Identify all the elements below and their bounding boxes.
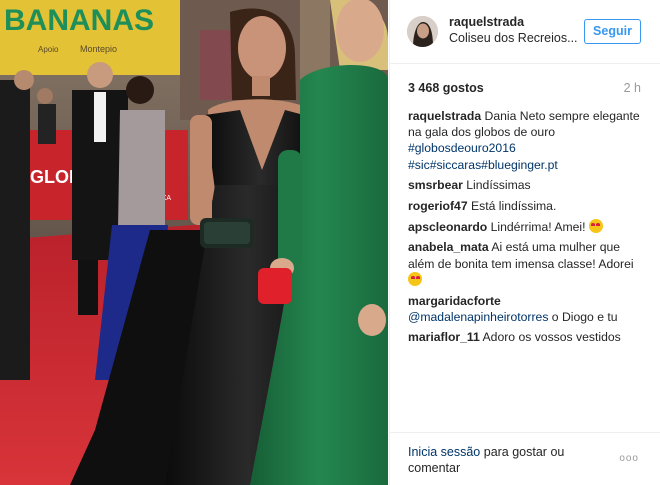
comment: apscleonardo Lindérrima! Amei! — [408, 218, 644, 235]
comment: rogeriof47 Está lindíssima. — [408, 198, 644, 214]
comment-text: o Diogo e tu — [548, 309, 618, 324]
avatar-image — [407, 16, 438, 47]
hashtag[interactable]: #sic — [408, 158, 430, 172]
event-photo: BANANAS Apoio Montepio GLOBOS CAIXA — [0, 0, 388, 485]
heart-eyes-emoji-icon — [588, 218, 603, 233]
post-stats: 3 468 gostos 2 h — [390, 64, 660, 102]
post-footer: Inicia sessão para gostar ou comentar oo… — [390, 432, 660, 485]
comment-username[interactable]: anabela_mata — [408, 240, 489, 254]
mention-link[interactable]: @madalenapinheirotorres — [408, 310, 548, 324]
likes-count[interactable]: 3 468 gostos — [408, 81, 484, 95]
comment: anabela_mata Ai está uma mulher que além… — [408, 239, 644, 288]
smile-emoji-icon — [408, 271, 422, 286]
caption: raquelstrada Dania Neto sempre elegante … — [408, 108, 644, 173]
caption-username[interactable]: raquelstrada — [408, 109, 481, 123]
post-location[interactable]: Coliseu dos Recreios... — [449, 31, 578, 45]
sign-small: Apoio — [38, 45, 59, 54]
red-clutch — [258, 268, 292, 304]
hashtag[interactable]: #globosdeouro2016 — [408, 141, 516, 155]
comments-list: raquelstrada Dania Neto sempre elegante … — [408, 108, 644, 350]
post-time[interactable]: 2 h — [624, 81, 641, 95]
comment-text: Lindíssimas — [466, 178, 531, 193]
post-photo[interactable]: BANANAS Apoio Montepio GLOBOS CAIXA — [0, 0, 388, 485]
comment-username[interactable]: smsrbear — [408, 178, 463, 192]
comment: smsrbear Lindíssimas — [408, 177, 644, 193]
login-prompt: Inicia sessão para gostar ou comentar — [408, 444, 608, 476]
comment: mariaflor_11 Adoro os vossos vestidos — [408, 329, 644, 345]
sign-text: BANANAS — [4, 4, 154, 37]
hashtag[interactable]: #blueginger.pt — [481, 158, 558, 172]
comment-text: Adoro os vossos vestidos — [482, 330, 621, 345]
comment: margaridacforte @madalenapinheirotorres … — [408, 293, 644, 325]
more-options-icon[interactable]: ooo — [619, 453, 639, 464]
follow-button[interactable]: Seguir — [584, 19, 641, 44]
hashtag[interactable]: #siccaras — [430, 158, 481, 172]
comment-username[interactable]: rogeriof47 — [408, 199, 468, 213]
comment-username[interactable]: mariaflor_11 — [408, 330, 480, 344]
login-link[interactable]: Inicia sessão — [408, 445, 480, 459]
post-username[interactable]: raquelstrada — [449, 15, 524, 29]
comment-username[interactable]: apscleonardo — [408, 220, 487, 234]
comment-text: Está lindíssima. — [471, 199, 557, 214]
sign-sponsor: Montepio — [80, 44, 117, 54]
comment-username[interactable]: margaridacforte — [408, 294, 501, 308]
post-sidebar: raquelstrada Coliseu dos Recreios... Seg… — [389, 0, 660, 485]
avatar[interactable] — [407, 16, 438, 47]
post-header: raquelstrada Coliseu dos Recreios... Seg… — [390, 0, 660, 64]
comment-text: Lindérrima! Amei! — [490, 219, 589, 234]
